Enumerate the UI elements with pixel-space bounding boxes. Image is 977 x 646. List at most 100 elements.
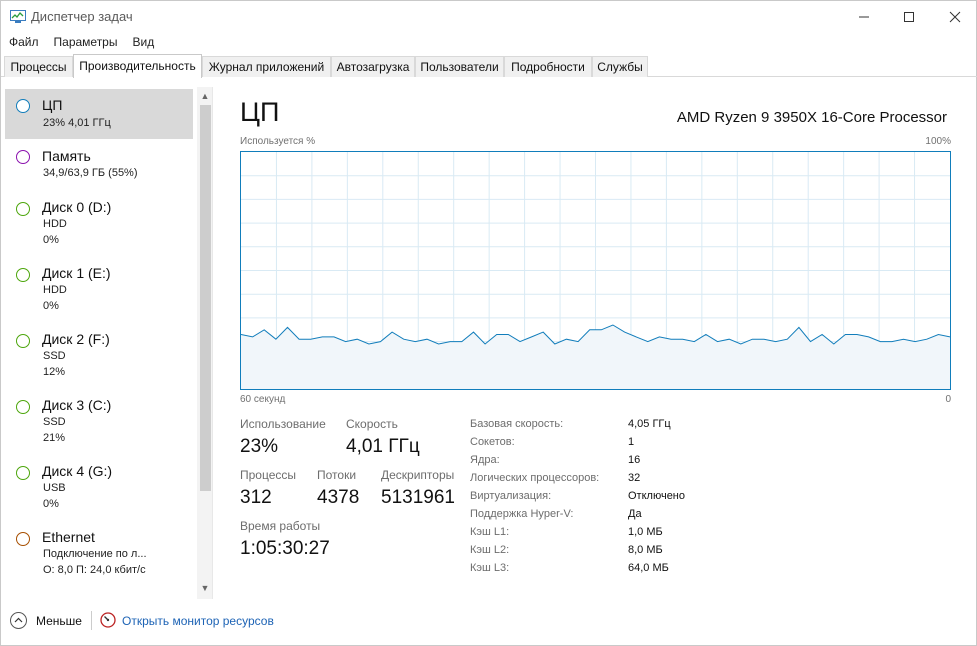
sidebar-item-disk-2[interactable]: Диск 2 (F:) SSD 12% <box>5 325 193 387</box>
uptime-label: Время работы <box>240 519 321 533</box>
tab-services[interactable]: Службы <box>592 56 648 77</box>
spec-label-l1-cache: Кэш L1: <box>470 526 510 538</box>
sidebar-item-usage: 0% <box>43 300 59 312</box>
open-resource-monitor-label: Открыть монитор ресурсов <box>122 614 274 628</box>
cpu-utilization-graph <box>240 151 951 390</box>
close-button[interactable] <box>932 1 977 33</box>
network-graph-icon <box>16 532 30 546</box>
sidebar-item-detail: USB <box>43 482 66 494</box>
handles-value: 5131961 <box>381 487 455 508</box>
sidebar-item-title: Диск 1 (E:) <box>42 265 111 281</box>
sidebar-item-detail: 34,9/63,9 ГБ (55%) <box>43 167 138 179</box>
sidebar-item-cpu[interactable]: ЦП 23% 4,01 ГГц <box>5 89 193 139</box>
sidebar-item-ethernet[interactable]: Ethernet Подключение по л... О: 8,0 П: 2… <box>5 523 193 585</box>
sidebar-item-title: Диск 2 (F:) <box>42 331 110 347</box>
close-icon <box>949 11 961 23</box>
spec-value-cores: 16 <box>628 454 641 466</box>
threads-label: Потоки <box>317 468 357 482</box>
sidebar-item-memory[interactable]: Память 34,9/63,9 ГБ (55%) <box>5 142 193 188</box>
tab-startup[interactable]: Автозагрузка <box>331 56 415 77</box>
spec-value-l1-cache: 1,0 МБ <box>628 526 663 538</box>
sidebar-item-detail: SSD <box>43 350 66 362</box>
sidebar-item-detail: 23% 4,01 ГГц <box>43 117 111 129</box>
sidebar-item-throughput: О: 8,0 П: 24,0 кбит/с <box>43 564 146 576</box>
spec-value-sockets: 1 <box>628 436 635 448</box>
spec-value-l3-cache: 64,0 МБ <box>628 562 669 574</box>
menu-options[interactable]: Параметры <box>46 33 125 53</box>
cpu-graph-icon <box>16 99 30 113</box>
sidebar-item-title: Диск 4 (G:) <box>42 463 113 479</box>
cpu-graph-svg <box>241 152 950 389</box>
menu-file[interactable]: Файл <box>1 33 46 53</box>
sidebar-scrollbar[interactable]: ▲ ▼ <box>197 87 212 599</box>
sidebar-item-usage: 0% <box>43 498 59 510</box>
maximize-button[interactable] <box>886 1 932 33</box>
sidebar-item-detail: HDD <box>43 284 67 296</box>
footer-bar: Меньше Открыть монитор ресурсов <box>1 605 977 646</box>
sidebar-item-usage: 0% <box>43 234 59 246</box>
sidebar-item-usage: 12% <box>43 366 66 378</box>
title-bar: Диспетчер задач <box>1 1 977 33</box>
minimize-button[interactable] <box>841 1 887 33</box>
spec-label-virtualization: Виртуализация: <box>470 490 552 502</box>
tab-app-history[interactable]: Журнал приложений <box>202 56 331 77</box>
scroll-up-icon[interactable]: ▲ <box>199 91 211 103</box>
tab-performance[interactable]: Производительность <box>73 54 202 78</box>
sidebar-item-title: Диск 0 (D:) <box>42 199 112 215</box>
sidebar-item-disk-1[interactable]: Диск 1 (E:) HDD 0% <box>5 259 193 321</box>
spec-value-hyper-v: Да <box>628 508 642 520</box>
spec-label-hyper-v: Поддержка Hyper-V: <box>470 508 574 520</box>
sidebar-item-title: ЦП <box>42 97 63 113</box>
task-manager-app-icon <box>10 10 26 23</box>
uptime-value: 1:05:30:27 <box>240 538 330 559</box>
spec-label-base-speed: Базовая скорость: <box>470 418 564 430</box>
page-title: ЦП <box>240 97 280 127</box>
memory-graph-icon <box>16 150 30 164</box>
disk-graph-icon <box>16 334 30 348</box>
footer-divider <box>91 611 92 630</box>
processes-label: Процессы <box>240 468 297 482</box>
disk-graph-icon <box>16 400 30 414</box>
resource-monitor-icon <box>100 612 116 628</box>
tab-users[interactable]: Пользователи <box>415 56 504 77</box>
spec-value-logical-processors: 32 <box>628 472 641 484</box>
sidebar-item-title: Диск 3 (C:) <box>42 397 112 413</box>
tab-details[interactable]: Подробности <box>504 56 592 77</box>
sidebar-item-detail: Подключение по л... <box>43 548 147 560</box>
scroll-down-icon[interactable]: ▼ <box>199 583 211 595</box>
sidebar-item-disk-3[interactable]: Диск 3 (C:) SSD 21% <box>5 391 193 453</box>
utilization-label: Использование <box>240 417 326 431</box>
disk-graph-icon <box>16 202 30 216</box>
performance-sidebar: ЦП 23% 4,01 ГГц Память 34,9/63,9 ГБ (55%… <box>1 87 213 599</box>
sidebar-item-usage: 21% <box>43 432 66 444</box>
spec-label-sockets: Сокетов: <box>470 436 515 448</box>
disk-graph-icon <box>16 268 30 282</box>
menu-bar: Файл Параметры Вид <box>1 33 161 53</box>
sidebar-item-detail: HDD <box>43 218 67 230</box>
sidebar-item-title: Память <box>42 148 91 164</box>
menu-view[interactable]: Вид <box>124 33 161 53</box>
sidebar-item-title: Ethernet <box>42 529 95 545</box>
window-title: Диспетчер задач <box>31 9 133 24</box>
handles-label: Дескрипторы <box>381 468 455 482</box>
tab-processes[interactable]: Процессы <box>4 56 73 77</box>
processes-value: 312 <box>240 487 272 508</box>
sidebar-item-disk-4[interactable]: Диск 4 (G:) USB 0% <box>5 457 193 519</box>
spec-label-l3-cache: Кэш L3: <box>470 562 510 574</box>
minimize-icon <box>859 16 869 18</box>
graph-y-label: Используется % <box>240 136 316 147</box>
chevron-up-icon <box>10 612 27 629</box>
sidebar-item-disk-0[interactable]: Диск 0 (D:) HDD 0% <box>5 193 193 255</box>
spec-label-cores: Ядра: <box>470 454 500 466</box>
threads-value: 4378 <box>317 487 360 508</box>
speed-value: 4,01 ГГц <box>346 436 420 457</box>
maximize-icon <box>904 12 914 22</box>
spec-value-base-speed: 4,05 ГГц <box>628 418 671 430</box>
cpu-model-name: AMD Ryzen 9 3950X 16-Core Processor <box>676 109 947 126</box>
sidebar-item-detail: SSD <box>43 416 66 428</box>
spec-label-l2-cache: Кэш L2: <box>470 544 510 556</box>
spec-value-l2-cache: 8,0 МБ <box>628 544 663 556</box>
graph-y-max-label: 100% <box>925 136 951 147</box>
scrollbar-thumb[interactable] <box>200 105 211 491</box>
fewer-details-label: Меньше <box>36 614 82 628</box>
